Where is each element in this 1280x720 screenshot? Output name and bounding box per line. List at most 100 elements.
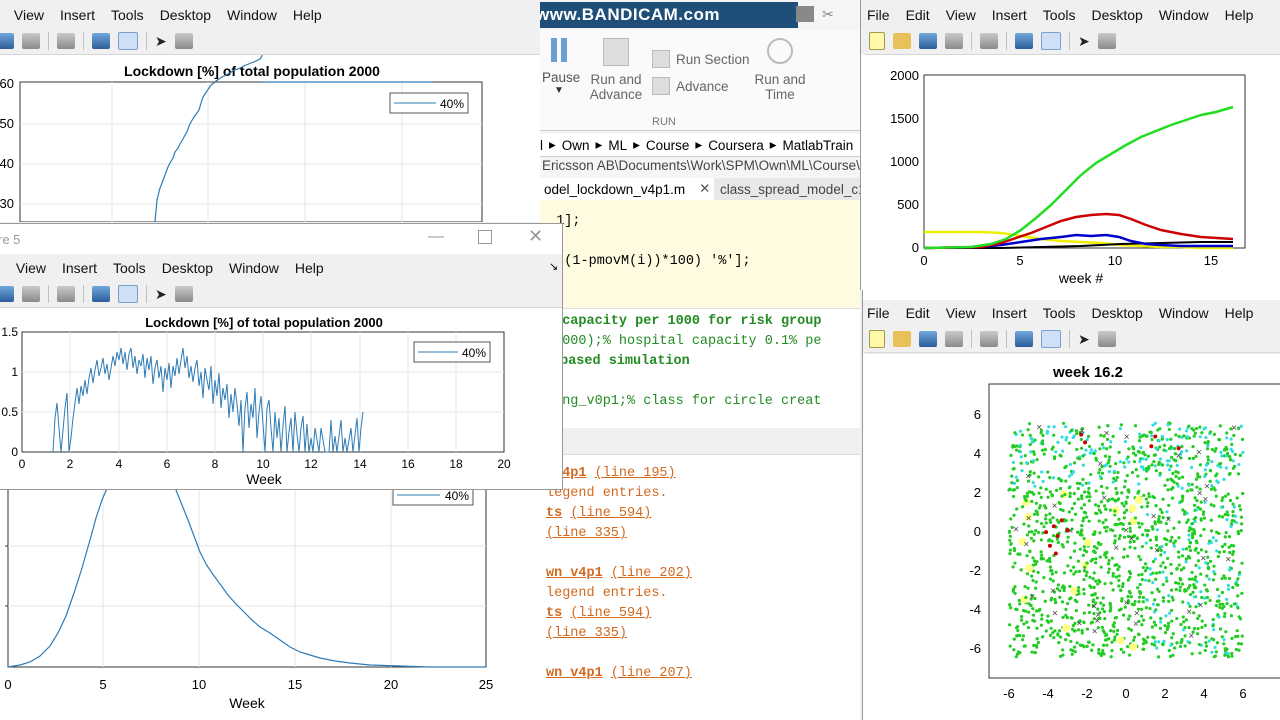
property-editor-icon[interactable] [1098,331,1116,347]
error-link[interactable]: (line 594) [570,606,651,621]
agent-point [1219,450,1223,454]
tab-class-spread[interactable]: class_spread_model_c1p [716,178,860,200]
menu-view[interactable]: View [946,7,976,23]
breadcrumb-item[interactable]: Course [646,138,690,153]
menu-edit[interactable]: Edit [906,7,930,23]
menu-help[interactable]: Help [1225,305,1254,321]
menu-insert[interactable]: Insert [992,7,1027,23]
menu-window[interactable]: Window [1159,7,1209,23]
property-editor-icon[interactable] [175,286,193,302]
print-icon[interactable] [22,33,40,49]
colorbar-icon[interactable] [1015,33,1033,49]
minimize-button[interactable]: — [428,228,444,246]
agent-point [1134,453,1138,457]
menu-help[interactable]: Help [1225,7,1254,23]
link-plot-icon[interactable] [980,331,998,347]
save-icon[interactable] [0,33,14,49]
colorbar-icon[interactable] [92,33,110,49]
menu-tools[interactable]: Tools [1043,305,1076,321]
tab-lockdown[interactable]: odel_lockdown_v4p1.m ✕ [540,178,715,200]
menu-desktop[interactable]: Desktop [1091,305,1142,321]
menu-edit[interactable]: Edit [906,305,930,321]
menu-tools[interactable]: Tools [1043,7,1076,23]
error-link[interactable]: (line 594) [570,506,651,521]
agent-point [1074,429,1079,433]
link-plot-icon[interactable] [57,286,75,302]
pointer-icon[interactable]: ➤ [155,287,167,301]
pointer-icon[interactable]: ➤ [1078,332,1090,346]
legend-icon[interactable] [1041,330,1061,348]
menu-help[interactable]: Help [293,7,322,23]
property-editor-icon[interactable] [175,33,193,49]
breadcrumb-item[interactable]: Coursera [708,138,764,153]
pointer-icon[interactable]: ➤ [1078,34,1090,48]
legend-icon[interactable] [118,285,138,303]
agent-point [1052,425,1056,429]
maximize-button[interactable] [478,230,492,244]
chevron-down-icon[interactable]: ▼ [542,85,576,96]
open-icon[interactable] [893,331,911,347]
menu-tools[interactable]: Tools [111,7,144,23]
print-icon[interactable] [945,331,963,347]
error-link[interactable]: (line 335) [546,626,627,641]
menu-file[interactable]: File [867,305,890,321]
breadcrumb-item[interactable]: Own [562,138,590,153]
legend-icon[interactable] [118,32,138,50]
save-icon[interactable] [919,331,937,347]
run-and-time-button[interactable]: Run and Time [752,38,808,102]
close-button[interactable]: ✕ [528,226,543,247]
dock-arrow-icon[interactable]: ↘ [549,260,558,273]
menu-file[interactable]: File [867,7,890,23]
agent-point [1138,432,1142,436]
colorbar-icon[interactable] [1015,331,1033,347]
agent-point [1177,563,1181,567]
menu-insert[interactable]: Insert [60,7,95,23]
menu-desktop[interactable]: Desktop [162,260,213,276]
menu-desktop[interactable]: Desktop [1091,7,1142,23]
link-plot-icon[interactable] [57,33,75,49]
menu-view[interactable]: View [14,7,44,23]
error-link[interactable]: (line 207) [611,666,692,681]
pointer-icon[interactable]: ➤ [155,34,167,48]
command-window[interactable]: _v4p1 (line 195) legend entries. ts (lin… [540,430,860,720]
menu-desktop[interactable]: Desktop [160,7,211,23]
print-icon[interactable] [945,33,963,49]
agent-point [1018,602,1022,606]
error-link[interactable]: (line 195) [595,466,676,481]
menu-window[interactable]: Window [1159,305,1209,321]
advance-button[interactable]: Advance [652,77,729,95]
save-icon[interactable] [0,286,14,302]
open-icon[interactable] [893,33,911,49]
menu-tools[interactable]: Tools [113,260,146,276]
quick-access-save-icon[interactable] [796,6,814,22]
agent-point [1175,566,1179,571]
menu-help[interactable]: Help [295,260,324,276]
colorbar-icon[interactable] [92,286,110,302]
breadcrumb-item[interactable]: MatlabTrain [783,138,854,153]
run-section-button[interactable]: Run Section [652,50,750,68]
agent-point [1037,491,1041,495]
error-link[interactable]: (line 335) [546,526,627,541]
run-and-advance-button[interactable]: Run and Advance [588,38,644,102]
error-link[interactable]: (line 202) [611,566,692,581]
new-figure-icon[interactable] [869,330,885,348]
menu-insert[interactable]: Insert [62,260,97,276]
menu-window[interactable]: Window [227,7,277,23]
menu-insert[interactable]: Insert [992,305,1027,321]
menu-view[interactable]: View [946,305,976,321]
code-editor[interactable]: 1]; ((1-pmovM(i))*100) '%']; s capacity … [540,200,860,428]
link-plot-icon[interactable] [980,33,998,49]
agent-point [1159,620,1163,624]
agent-point [1169,455,1174,460]
close-icon[interactable]: ✕ [699,181,710,197]
breadcrumb-item[interactable]: ML [608,138,627,153]
save-icon[interactable] [919,33,937,49]
menu-window[interactable]: Window [229,260,279,276]
property-editor-icon[interactable] [1098,33,1116,49]
pause-button[interactable]: Pause ▼ [542,38,580,96]
menu-view[interactable]: View [16,260,46,276]
legend-icon[interactable] [1041,32,1061,50]
new-figure-icon[interactable] [869,32,885,50]
print-icon[interactable] [22,286,40,302]
quick-access-cut-icon[interactable]: ✂ [822,6,838,22]
